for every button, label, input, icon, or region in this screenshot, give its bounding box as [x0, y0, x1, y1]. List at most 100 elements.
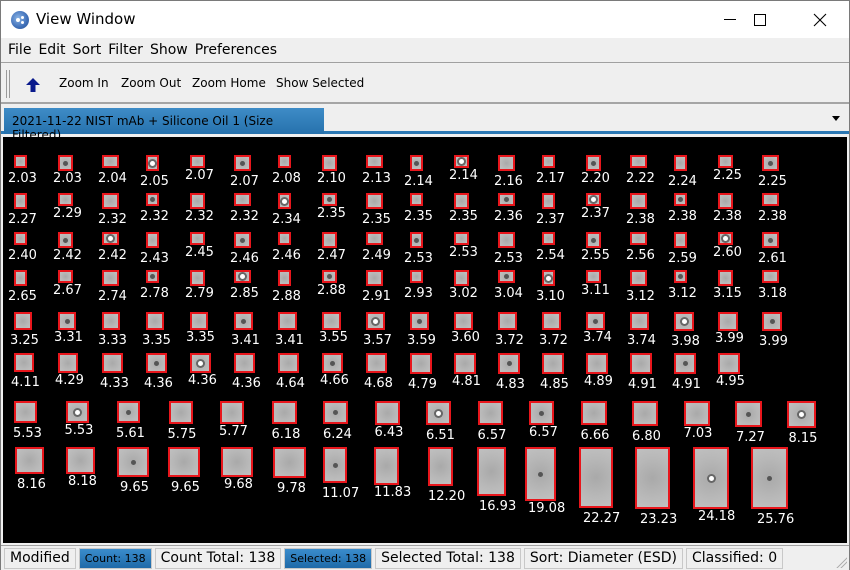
- particle-thumbnail[interactable]: [102, 193, 119, 209]
- particle-thumbnail[interactable]: [674, 232, 687, 248]
- particle-thumbnail[interactable]: [718, 270, 733, 286]
- particle-thumbnail[interactable]: [146, 155, 159, 171]
- particle-thumbnail[interactable]: [498, 312, 517, 330]
- particle-thumbnail[interactable]: [278, 193, 291, 209]
- particle-thumbnail[interactable]: [221, 447, 253, 477]
- particle-thumbnail[interactable]: [410, 155, 423, 171]
- particle-thumbnail[interactable]: [234, 270, 251, 283]
- particle-thumbnail[interactable]: [762, 193, 779, 206]
- particle-thumbnail[interactable]: [586, 270, 601, 283]
- particle-thumbnail[interactable]: [323, 447, 347, 483]
- particle-thumbnail[interactable]: [322, 270, 337, 283]
- particle-thumbnail[interactable]: [66, 447, 95, 474]
- particle-thumbnail[interactable]: [454, 353, 476, 374]
- particle-thumbnail[interactable]: [271, 401, 297, 424]
- particle-thumbnail[interactable]: [374, 401, 400, 425]
- particle-thumbnail[interactable]: [630, 232, 647, 245]
- particle-thumbnail[interactable]: [580, 401, 607, 425]
- menu-filter[interactable]: Filter: [107, 42, 149, 58]
- particle-thumbnail[interactable]: [14, 193, 27, 209]
- particle-thumbnail[interactable]: [542, 353, 564, 374]
- particle-thumbnail[interactable]: [65, 401, 89, 423]
- particle-thumbnail[interactable]: [498, 270, 515, 283]
- particle-thumbnail[interactable]: [674, 312, 694, 331]
- particle-thumbnail[interactable]: [454, 312, 473, 330]
- particle-thumbnail[interactable]: [498, 353, 520, 374]
- particle-thumbnail[interactable]: [693, 447, 729, 509]
- particle-thumbnail[interactable]: [278, 353, 299, 373]
- particle-thumbnail[interactable]: [14, 232, 27, 245]
- particle-thumbnail[interactable]: [278, 270, 291, 286]
- menu-show[interactable]: Show: [149, 42, 194, 58]
- particle-thumbnail[interactable]: [586, 353, 608, 374]
- particle-thumbnail[interactable]: [366, 232, 383, 245]
- particle-thumbnail[interactable]: [102, 353, 123, 373]
- zoom-in-button[interactable]: Zoom In: [59, 76, 109, 90]
- particle-thumbnail[interactable]: [630, 312, 649, 330]
- chevron-down-icon[interactable]: [832, 116, 840, 121]
- menu-sort[interactable]: Sort: [72, 42, 108, 58]
- particle-thumbnail[interactable]: [102, 270, 119, 286]
- particle-thumbnail[interactable]: [58, 155, 73, 171]
- particle-thumbnail[interactable]: [14, 401, 37, 423]
- particle-thumbnail[interactable]: [410, 232, 423, 248]
- particle-thumbnail[interactable]: [117, 401, 140, 423]
- particle-thumbnail[interactable]: [454, 155, 469, 168]
- particle-thumbnail[interactable]: [454, 193, 469, 209]
- particle-thumbnail[interactable]: [718, 193, 733, 209]
- particle-thumbnail[interactable]: [718, 353, 740, 374]
- particle-thumbnail[interactable]: [542, 270, 555, 286]
- particle-thumbnail[interactable]: [102, 312, 120, 330]
- particle-thumbnail[interactable]: [234, 155, 251, 171]
- particle-thumbnail[interactable]: [14, 312, 32, 330]
- particle-thumbnail[interactable]: [586, 193, 601, 206]
- particle-thumbnail[interactable]: [718, 155, 733, 168]
- menu-edit[interactable]: Edit: [37, 42, 71, 58]
- particle-thumbnail[interactable]: [366, 353, 387, 373]
- particle-thumbnail[interactable]: [146, 232, 159, 248]
- particle-thumbnail[interactable]: [428, 447, 453, 486]
- particle-thumbnail[interactable]: [674, 193, 687, 206]
- particle-thumbnail[interactable]: [762, 232, 779, 248]
- particle-thumbnail[interactable]: [751, 447, 788, 509]
- particle-thumbnail[interactable]: [630, 193, 647, 209]
- particle-thumbnail[interactable]: [190, 312, 208, 330]
- particle-thumbnail[interactable]: [542, 155, 555, 168]
- particle-thumbnail[interactable]: [322, 353, 343, 373]
- particle-thumbnail[interactable]: [762, 270, 779, 283]
- maximize-button[interactable]: [737, 1, 783, 38]
- particle-thumbnail[interactable]: [58, 312, 76, 330]
- particle-thumbnail[interactable]: [630, 270, 647, 286]
- particle-thumbnail[interactable]: [102, 232, 119, 245]
- close-button[interactable]: [797, 1, 843, 38]
- particle-thumbnail[interactable]: [426, 401, 451, 425]
- zoom-out-button[interactable]: Zoom Out: [121, 76, 181, 90]
- particle-thumbnail[interactable]: [322, 232, 337, 248]
- particle-thumbnail[interactable]: [630, 353, 652, 374]
- particle-thumbnail[interactable]: [762, 312, 782, 331]
- particle-thumbnail[interactable]: [14, 270, 27, 286]
- particle-image-view[interactable]: 2.03 2.03 2.04 2.05 2.07 2.07 2.08 2.10 2.13 2.14…: [3, 137, 847, 543]
- particle-thumbnail[interactable]: [278, 232, 291, 245]
- particle-thumbnail[interactable]: [586, 312, 605, 330]
- particle-thumbnail[interactable]: [58, 232, 73, 248]
- toolbar-grip-handle[interactable]: [6, 70, 10, 98]
- particle-thumbnail[interactable]: [190, 193, 205, 209]
- particle-thumbnail[interactable]: [15, 447, 44, 474]
- particle-thumbnail[interactable]: [454, 270, 469, 286]
- particle-thumbnail[interactable]: [525, 447, 556, 501]
- particle-thumbnail[interactable]: [542, 312, 561, 330]
- particle-thumbnail[interactable]: [234, 353, 255, 373]
- particle-thumbnail[interactable]: [278, 312, 297, 330]
- particle-thumbnail[interactable]: [410, 312, 429, 330]
- particle-thumbnail[interactable]: [674, 155, 687, 171]
- particle-thumbnail[interactable]: [146, 312, 164, 330]
- particle-thumbnail[interactable]: [273, 447, 306, 478]
- particle-thumbnail[interactable]: [718, 312, 738, 331]
- particle-thumbnail[interactable]: [146, 270, 159, 283]
- particle-thumbnail[interactable]: [498, 232, 515, 248]
- particle-thumbnail[interactable]: [718, 232, 733, 245]
- particle-thumbnail[interactable]: [14, 353, 34, 372]
- particle-thumbnail[interactable]: [220, 401, 244, 424]
- particle-thumbnail[interactable]: [579, 447, 613, 508]
